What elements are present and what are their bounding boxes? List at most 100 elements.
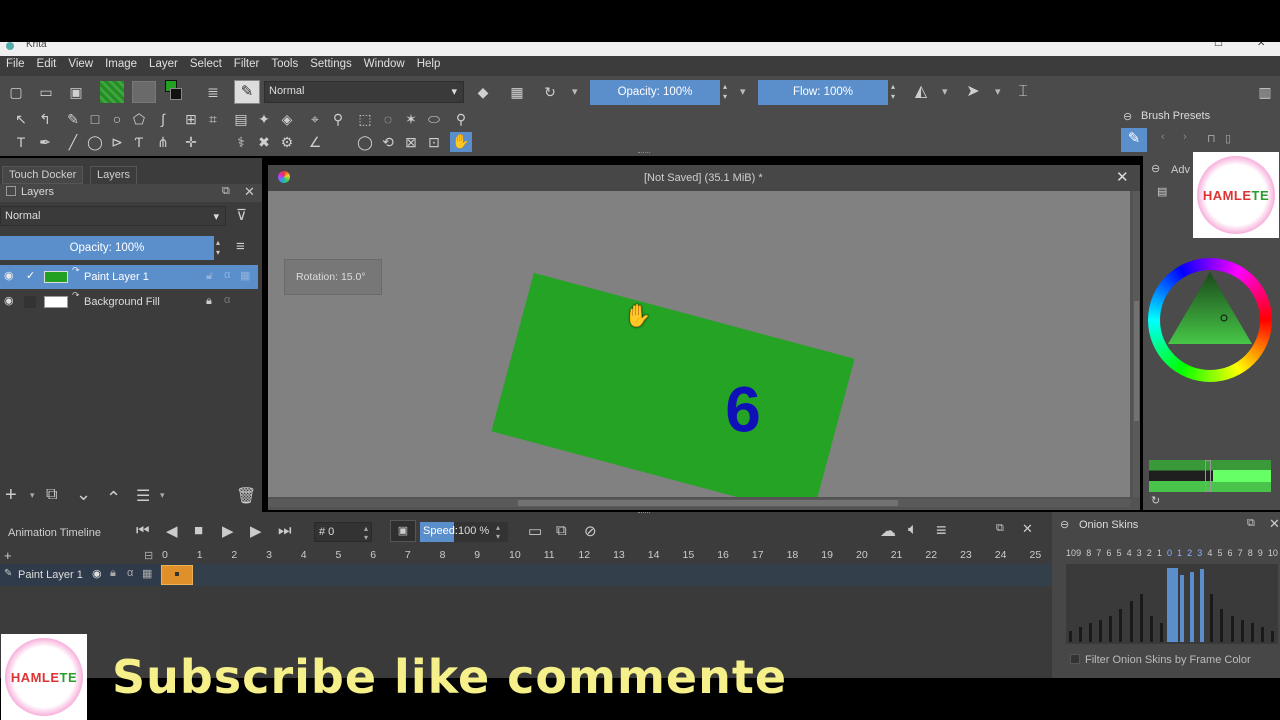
ellipse-select-icon[interactable]: ◌ [379, 110, 397, 128]
onion-opacity-bar[interactable] [1139, 594, 1143, 642]
splitter-handle[interactable] [638, 512, 650, 513]
line-tool-icon[interactable]: ╱ [64, 133, 82, 151]
prev-frame-icon[interactable]: ◀ [166, 522, 178, 540]
onion-opacity-bar[interactable] [1069, 631, 1072, 642]
onion-opacity-bar[interactable] [1260, 627, 1264, 642]
contiguous-select-icon[interactable]: ⟲ [379, 133, 397, 151]
lasso-select-icon[interactable]: ◯ [356, 133, 374, 151]
vertical-scroll-thumb[interactable] [1134, 301, 1139, 421]
onion-toggle-icon[interactable]: ▦ [142, 567, 152, 580]
keyframe-0[interactable] [161, 565, 193, 585]
onion-opacity-bar[interactable] [1159, 623, 1163, 642]
blend-mode-dropdown[interactable]: Normal ▾ [264, 81, 464, 103]
color-picker-icon[interactable]: ⚕ [232, 133, 250, 151]
onion-opacity-bar[interactable] [1270, 631, 1274, 642]
rect-select-icon[interactable]: ⬚ [356, 110, 374, 128]
layer-row-background-fill[interactable]: ◉ ↷ Background Fill 🔒︎ α [0, 290, 258, 314]
open-folder-icon[interactable]: ▭ [37, 83, 55, 101]
pan-tool-icon[interactable]: ✋ [450, 132, 472, 152]
alpha-icon[interactable]: α [127, 567, 133, 579]
onion-opacity-bar[interactable] [1190, 572, 1195, 642]
close-dock-icon[interactable]: ✕ [1269, 516, 1280, 532]
drawing-canvas[interactable]: 6 Rotation: 15.0° ✋ [268, 191, 1130, 497]
calligraphy-icon[interactable]: ✒ [36, 133, 54, 151]
vertical-scrollbar[interactable] [1133, 191, 1140, 497]
magic-wand-icon[interactable]: ✶ [402, 110, 420, 128]
undock-icon[interactable]: ⧉ [996, 522, 1004, 535]
lock-icon[interactable]: 🔒︎ [110, 567, 116, 580]
onion-skin-icon[interactable]: ☁ [880, 521, 896, 541]
visibility-eye-icon[interactable]: ◉ [92, 567, 102, 580]
onion-opacity-bar[interactable] [1200, 569, 1205, 642]
pattern-tool-icon[interactable]: ⚙ [278, 133, 296, 151]
menu-view[interactable]: View [62, 56, 99, 72]
onion-opacity-bar[interactable] [1119, 609, 1123, 642]
layer-opacity-slider[interactable]: Opacity: 100% [0, 236, 214, 260]
onion-opacity-bar[interactable] [1166, 568, 1178, 642]
duplicate-frame-icon[interactable]: ⧉ [556, 522, 567, 539]
pattern-swatch[interactable] [100, 81, 124, 103]
opacity-slider[interactable]: Opacity: 100% [590, 80, 720, 105]
dock-toggle-icon[interactable]: ⊖ [1060, 518, 1069, 531]
layer-options-icon[interactable]: ≡ [236, 238, 245, 255]
reference-icon[interactable]: ⚲ [329, 110, 347, 128]
horizontal-scrollbar[interactable] [268, 499, 1130, 507]
visibility-eye-icon[interactable]: ◉ [4, 294, 14, 307]
move-tool-icon[interactable]: ✛ [182, 133, 200, 151]
timeline-layer-row[interactable]: ✎ Paint Layer 1 ◉ 🔒︎ α ▦ [0, 564, 160, 586]
menu-image[interactable]: Image [99, 56, 143, 72]
menu-window[interactable]: Window [358, 56, 411, 72]
smart-patch-icon[interactable]: ✦ [255, 110, 273, 128]
onion-opacity-bar[interactable] [1129, 601, 1133, 642]
dynamic-brush-icon[interactable]: Ƭ [130, 133, 148, 151]
reload-preset-icon[interactable]: ↻ [541, 83, 559, 101]
similar-select-icon[interactable]: ⊠ [402, 133, 420, 151]
tab-layers[interactable]: Layers [90, 166, 138, 184]
onion-opacity-bar[interactable] [1250, 623, 1254, 642]
transform-icon[interactable]: ⊞ [182, 110, 200, 128]
onion-opacity-bar[interactable] [1079, 627, 1083, 642]
undock-icon[interactable]: ⧉ [1247, 517, 1255, 530]
menu-filter[interactable]: Filter [228, 56, 266, 72]
first-frame-icon[interactable]: ⏮ [136, 522, 150, 539]
edit-shapes-icon[interactable]: ↰ [36, 110, 54, 128]
flow-slider[interactable]: Flow: 100% [758, 80, 888, 105]
add-timeline-layer-icon[interactable]: + [4, 548, 12, 563]
close-dock-icon[interactable]: ✕ [1022, 521, 1033, 537]
bezier-select-icon[interactable]: ⊡ [425, 133, 443, 151]
filter-icon[interactable]: ⊽ [236, 206, 247, 224]
gradient-swatch[interactable] [132, 81, 156, 103]
onion-opacity-sliders[interactable] [1066, 564, 1278, 644]
dock-float-icon[interactable] [6, 186, 16, 196]
background-color-swatch[interactable] [170, 88, 182, 100]
menu-select[interactable]: Select [184, 56, 228, 72]
alpha-icon[interactable]: α [224, 294, 230, 306]
duplicate-layer-icon[interactable]: ⧉ [46, 486, 57, 504]
dock-toggle-icon[interactable]: ⊖ [1151, 162, 1160, 175]
onion-opacity-bar[interactable] [1109, 616, 1113, 642]
layer-check-icon[interactable]: ✓ [26, 269, 35, 282]
menu-layer[interactable]: Layer [143, 56, 184, 72]
slider-handle[interactable] [1205, 460, 1211, 492]
layer-properties-icon[interactable]: ☰ [136, 486, 150, 506]
color-selector-wheel[interactable] [1148, 258, 1272, 382]
menu-edit[interactable]: Edit [31, 56, 63, 72]
layer-blend-dropdown[interactable]: Normal ▾ [0, 206, 226, 226]
menu-tools[interactable]: Tools [265, 56, 304, 72]
menu-settings[interactable]: Settings [304, 56, 358, 72]
bezier-curve-icon[interactable]: ∫ [154, 110, 172, 128]
select-shapes-icon[interactable]: ↖ [12, 110, 30, 128]
playback-speed-field[interactable]: Speed: 100 % ▴ ▾ [420, 522, 508, 542]
stop-icon[interactable]: ■ [194, 522, 203, 539]
onion-opacity-bar[interactable] [1180, 575, 1185, 642]
polygon-icon[interactable]: ⬠ [130, 110, 148, 128]
onion-opacity-bar[interactable] [1220, 609, 1224, 642]
timeline-frames-row[interactable] [160, 564, 1052, 586]
menu-help[interactable]: Help [411, 56, 447, 72]
reset-color-icon[interactable]: ↻ [1151, 494, 1160, 507]
next-frame-icon[interactable]: ▶ [250, 522, 262, 540]
drop-frames-icon[interactable]: ▣ [390, 520, 416, 542]
brush-settings-icon[interactable]: ≣ [204, 83, 222, 101]
path-select-icon[interactable]: ⬭ [425, 110, 443, 128]
eraser-icon[interactable]: ◆ [474, 83, 492, 101]
